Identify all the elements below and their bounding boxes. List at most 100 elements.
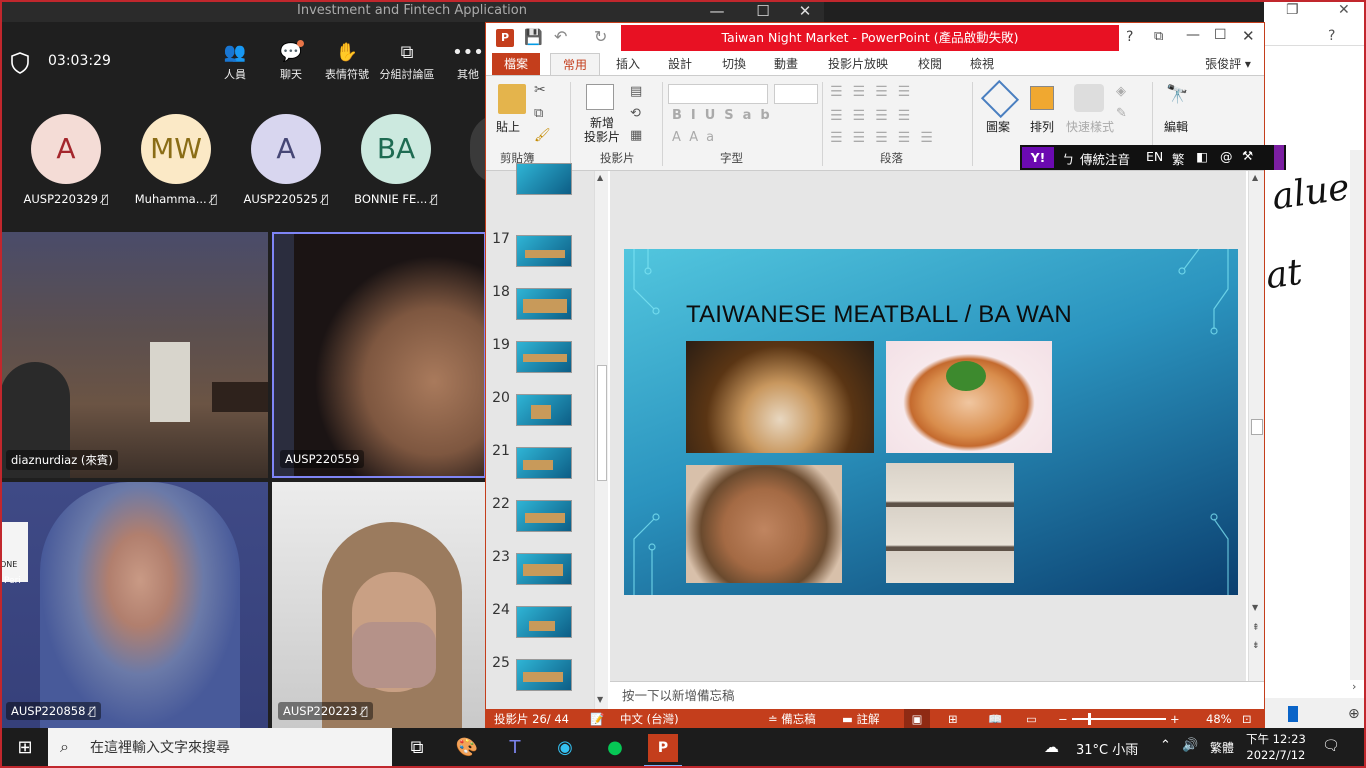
- scroll-thumb[interactable]: [1251, 419, 1263, 435]
- tab-view[interactable]: 檢視: [966, 53, 998, 75]
- previous-slide-icon[interactable]: ⇞: [1252, 623, 1260, 633]
- ime-bopomofo[interactable]: ㄅ: [1062, 149, 1075, 168]
- slide-thumbnail[interactable]: [516, 447, 572, 479]
- save-icon[interactable]: 💾: [524, 28, 543, 46]
- meatball-photo-bowl[interactable]: [886, 341, 1052, 453]
- zoom-in-icon[interactable]: +: [1170, 709, 1180, 729]
- format-painter-icon[interactable]: 🖌: [534, 128, 551, 143]
- language-indicator[interactable]: 中文 (台灣): [620, 709, 679, 729]
- minimize-icon[interactable]: —: [1186, 27, 1200, 43]
- paste-icon[interactable]: [498, 84, 526, 114]
- spell-check-icon[interactable]: 📝: [590, 709, 604, 729]
- reset-icon[interactable]: ⟲: [630, 106, 641, 121]
- font-size-field[interactable]: [774, 84, 818, 104]
- slide-thumbnail[interactable]: [516, 659, 572, 691]
- arrange-button[interactable]: 排列: [1030, 118, 1054, 135]
- powerpoint-app-icon[interactable]: P: [648, 734, 678, 762]
- volume-icon[interactable]: 🔊: [1182, 738, 1198, 753]
- thumbnail-scrollbar[interactable]: ▲ ▼: [594, 171, 608, 709]
- paint-app-icon[interactable]: 🎨: [452, 734, 482, 762]
- slide-thumbnail[interactable]: [516, 235, 572, 267]
- tab-review[interactable]: 校閱: [914, 53, 946, 75]
- slide-thumbnail[interactable]: [516, 553, 572, 585]
- edge-browser-icon[interactable]: ◉: [550, 734, 580, 762]
- zoom-slider-thumb[interactable]: [1088, 713, 1091, 725]
- scroll-right-icon[interactable]: ›: [1352, 680, 1356, 693]
- scroll-up-icon[interactable]: ▲: [1252, 173, 1258, 182]
- weather-text[interactable]: 31°C 小雨: [1076, 739, 1138, 758]
- taskbar-search-box[interactable]: 在這裡輸入文字來搜尋: [48, 728, 392, 768]
- slide-title[interactable]: TAIWANESE MEATBALL / BA WAN: [686, 301, 1072, 329]
- video-tile-active[interactable]: AUSP220559: [272, 232, 486, 478]
- cut-icon[interactable]: ✂: [534, 82, 546, 98]
- quick-styles-icon[interactable]: [1074, 84, 1104, 112]
- comments-toggle[interactable]: ▬ 註解: [842, 709, 880, 729]
- scroll-up-icon[interactable]: ▲: [597, 173, 603, 182]
- notes-pane[interactable]: 按一下以新增備忘稿: [610, 681, 1264, 709]
- chat-button[interactable]: 💬 聊天: [261, 42, 321, 82]
- video-tile[interactable]: AUSP220223 🎙̸: [272, 482, 486, 728]
- indent-icons[interactable]: ☰☰☰☰: [830, 108, 920, 124]
- notes-toggle[interactable]: ≐ 備忘稿: [768, 709, 816, 729]
- clock[interactable]: 下午 12:23 2022/7/12: [1246, 731, 1306, 763]
- teams-app-icon[interactable]: T: [500, 734, 530, 762]
- slide-sorter-icon[interactable]: ⊞: [948, 709, 958, 729]
- slideshow-icon[interactable]: ▭: [1026, 709, 1037, 729]
- reactions-button[interactable]: ✋ 表情符號: [317, 42, 377, 82]
- slide-thumbnail[interactable]: [516, 500, 572, 532]
- help-icon[interactable]: ?: [1126, 29, 1133, 45]
- zoom-level[interactable]: 48%: [1206, 709, 1232, 729]
- redo-icon[interactable]: ↻: [594, 27, 607, 46]
- scrollbar[interactable]: [1350, 150, 1366, 680]
- close-icon[interactable]: ✕: [1242, 27, 1255, 45]
- tab-slideshow[interactable]: 投影片放映: [826, 53, 890, 75]
- slide-thumbnail[interactable]: [516, 341, 572, 373]
- font-format-icons[interactable]: BIUSab: [672, 108, 779, 123]
- list-icons[interactable]: ☰☰☰☰: [830, 84, 920, 100]
- layout-icon[interactable]: ▤: [630, 84, 642, 99]
- ime-width-icon[interactable]: ◧: [1196, 149, 1208, 164]
- ime-traditional[interactable]: 繁: [1172, 149, 1185, 168]
- ime-tools-icon[interactable]: ⚒: [1242, 148, 1253, 163]
- shape-outline-icon[interactable]: ✎: [1116, 106, 1127, 121]
- ime-english[interactable]: EN: [1146, 149, 1163, 164]
- slide-thumbnail[interactable]: [516, 606, 572, 638]
- windows-start-icon[interactable]: ⊞: [10, 734, 40, 762]
- minimize-icon[interactable]: —: [694, 2, 740, 20]
- tab-file[interactable]: 檔案: [492, 53, 540, 75]
- tab-insert[interactable]: 插入: [612, 53, 644, 75]
- scroll-thumb[interactable]: [597, 365, 607, 481]
- close-icon[interactable]: ✕: [1338, 2, 1350, 18]
- help-icon[interactable]: ?: [1328, 28, 1335, 44]
- video-tile[interactable]: diaznurdiaz (來賓): [0, 232, 268, 478]
- font-name-field[interactable]: [668, 84, 768, 104]
- meatball-photo-steamer[interactable]: [686, 341, 874, 453]
- paste-button[interactable]: 貼上: [496, 118, 520, 135]
- breakout-rooms-button[interactable]: ⧉ 分組討論區: [377, 42, 437, 82]
- shapes-button[interactable]: 圖案: [986, 118, 1010, 135]
- tab-design[interactable]: 設計: [664, 53, 696, 75]
- shape-fill-icon[interactable]: ◈: [1116, 84, 1126, 99]
- zoom-slider[interactable]: [1072, 718, 1166, 720]
- tab-transitions[interactable]: 切換: [718, 53, 750, 75]
- ime-symbol-icon[interactable]: @: [1220, 149, 1233, 164]
- tab-animations[interactable]: 動畫: [770, 53, 802, 75]
- reading-view-icon[interactable]: 📖: [988, 709, 1002, 729]
- avatar[interactable]: MW: [141, 114, 211, 184]
- close-icon[interactable]: ✕: [782, 2, 828, 20]
- quick-styles-button[interactable]: 快速樣式: [1066, 118, 1114, 135]
- normal-view-icon[interactable]: ▣: [904, 709, 930, 729]
- zoom-out-icon[interactable]: −: [1058, 709, 1068, 729]
- meatball-photo-pan[interactable]: [686, 465, 842, 583]
- tab-home[interactable]: 常用: [550, 53, 600, 75]
- slide-thumbnail[interactable]: [516, 288, 572, 320]
- zoom-in-icon[interactable]: ⊕: [1348, 706, 1360, 722]
- font-color-icons[interactable]: AAa: [672, 130, 722, 145]
- meatball-photo-trays[interactable]: [886, 463, 1014, 583]
- maximize-icon[interactable]: ☐: [740, 2, 786, 20]
- scroll-down-icon[interactable]: ▼: [597, 695, 603, 704]
- ribbon-display-icon[interactable]: ⧉: [1154, 29, 1163, 44]
- editing-button[interactable]: 編輯: [1164, 118, 1188, 135]
- people-button[interactable]: 👥 人員: [205, 42, 265, 82]
- next-slide-icon[interactable]: ⇟: [1252, 641, 1260, 651]
